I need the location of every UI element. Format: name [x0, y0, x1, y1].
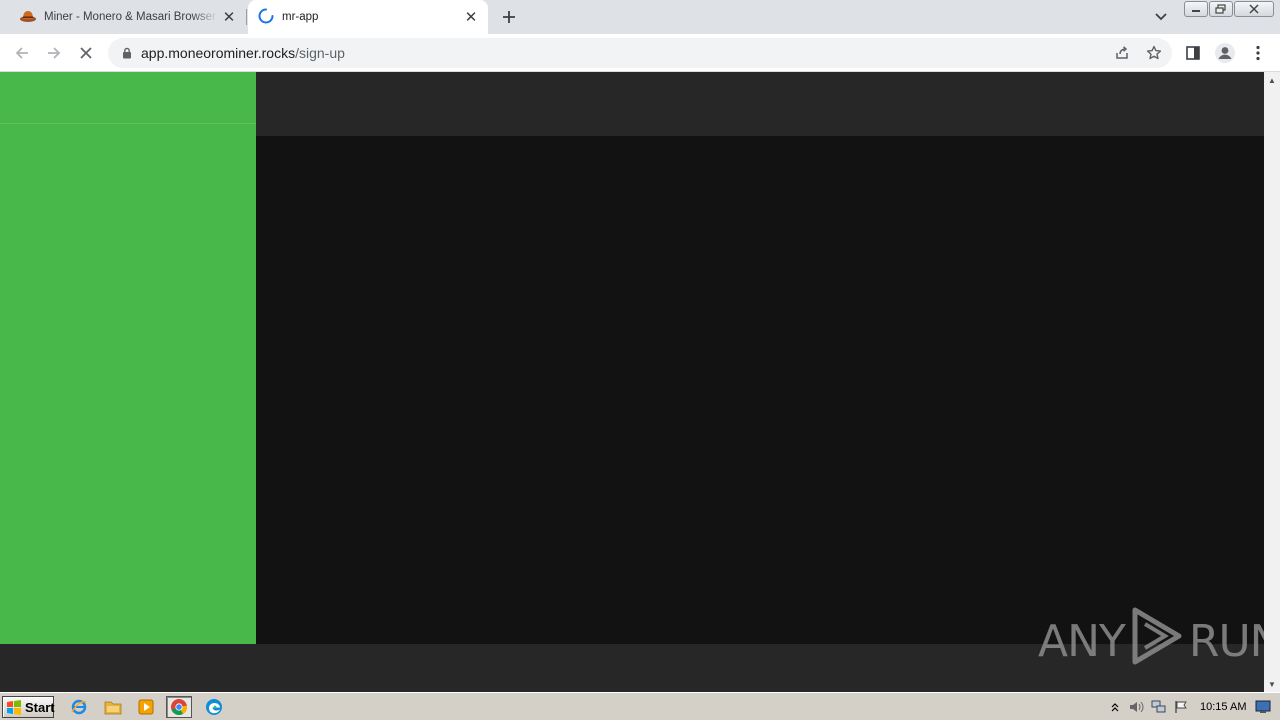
tab-mr-app[interactable]: mr-app ✕	[248, 0, 488, 34]
close-tab-icon[interactable]: ✕	[460, 6, 482, 28]
new-tab-plus-icon[interactable]	[497, 5, 521, 29]
back-arrow-icon[interactable]	[9, 40, 35, 66]
share-icon[interactable]	[1109, 38, 1135, 68]
stop-loading-icon[interactable]	[73, 40, 99, 66]
close-window-icon[interactable]	[1234, 1, 1274, 17]
url-text: app.moneorominer.rocks/sign-up	[141, 45, 345, 61]
url-host: app.moneorominer.rocks	[141, 45, 296, 61]
sidebar-logo-area	[0, 72, 256, 124]
profile-avatar-icon[interactable]	[1212, 40, 1238, 66]
tab-title: Miner - Monero & Masari Browser Miner	[44, 11, 218, 23]
watermark-right-text: RUN	[1188, 615, 1264, 667]
tab-miner[interactable]: Miner - Monero & Masari Browser Miner ✕	[8, 0, 247, 34]
app-top-bar	[256, 72, 1264, 136]
start-label: Start	[25, 699, 55, 715]
start-button[interactable]: Start	[2, 696, 55, 718]
forward-arrow-icon[interactable]	[41, 40, 67, 66]
show-hidden-icons-icon[interactable]	[1104, 696, 1126, 718]
close-tab-icon[interactable]: ✕	[218, 6, 240, 28]
scroll-up-arrow-icon[interactable]: ▲	[1264, 72, 1280, 88]
page-scrollbar[interactable]: ▲ ▼	[1264, 72, 1280, 692]
anyrun-watermark: ANY RUN	[1038, 607, 1264, 673]
lock-icon[interactable]	[120, 47, 134, 59]
internet-explorer-icon[interactable]	[66, 696, 92, 718]
page-viewport: ANY RUN	[0, 72, 1264, 692]
side-panel-icon[interactable]	[1180, 40, 1206, 66]
file-explorer-icon[interactable]	[100, 696, 126, 718]
scroll-down-arrow-icon[interactable]: ▼	[1264, 676, 1280, 692]
bookmark-star-icon[interactable]	[1141, 38, 1167, 68]
app-main-content	[256, 136, 1264, 644]
edge-taskbar-icon[interactable]	[201, 696, 227, 718]
tab-strip: Miner - Monero & Masari Browser Miner ✕ …	[0, 0, 1280, 34]
watermark-left-text: ANY	[1038, 615, 1126, 667]
taskbar-clock[interactable]: 10:15 AM	[1200, 701, 1246, 713]
show-desktop-icon[interactable]	[1252, 696, 1274, 718]
hat-favicon-icon	[20, 9, 36, 26]
volume-icon[interactable]	[1126, 696, 1148, 718]
action-center-flag-icon[interactable]	[1170, 696, 1192, 718]
chrome-taskbar-icon[interactable]	[166, 696, 192, 718]
url-path: /sign-up	[295, 45, 345, 61]
tab-search-chevron-icon[interactable]	[1150, 6, 1172, 28]
network-icon[interactable]	[1148, 696, 1170, 718]
windows-taskbar: Start 10:15 AM	[0, 692, 1280, 720]
media-player-icon[interactable]	[133, 696, 159, 718]
system-tray: 10:15 AM	[1104, 696, 1276, 718]
kebab-menu-icon[interactable]	[1245, 40, 1271, 66]
tab-title: mr-app	[282, 11, 319, 23]
address-bar[interactable]: app.moneorominer.rocks/sign-up	[108, 38, 1172, 68]
windows-logo-icon	[6, 699, 22, 715]
play-triangle-icon	[1129, 606, 1185, 677]
minimize-icon[interactable]	[1184, 1, 1208, 17]
restore-icon[interactable]	[1209, 1, 1233, 17]
loading-spinner-icon	[258, 8, 274, 27]
browser-toolbar: app.moneorominer.rocks/sign-up	[0, 34, 1280, 72]
app-sidebar	[0, 72, 256, 644]
